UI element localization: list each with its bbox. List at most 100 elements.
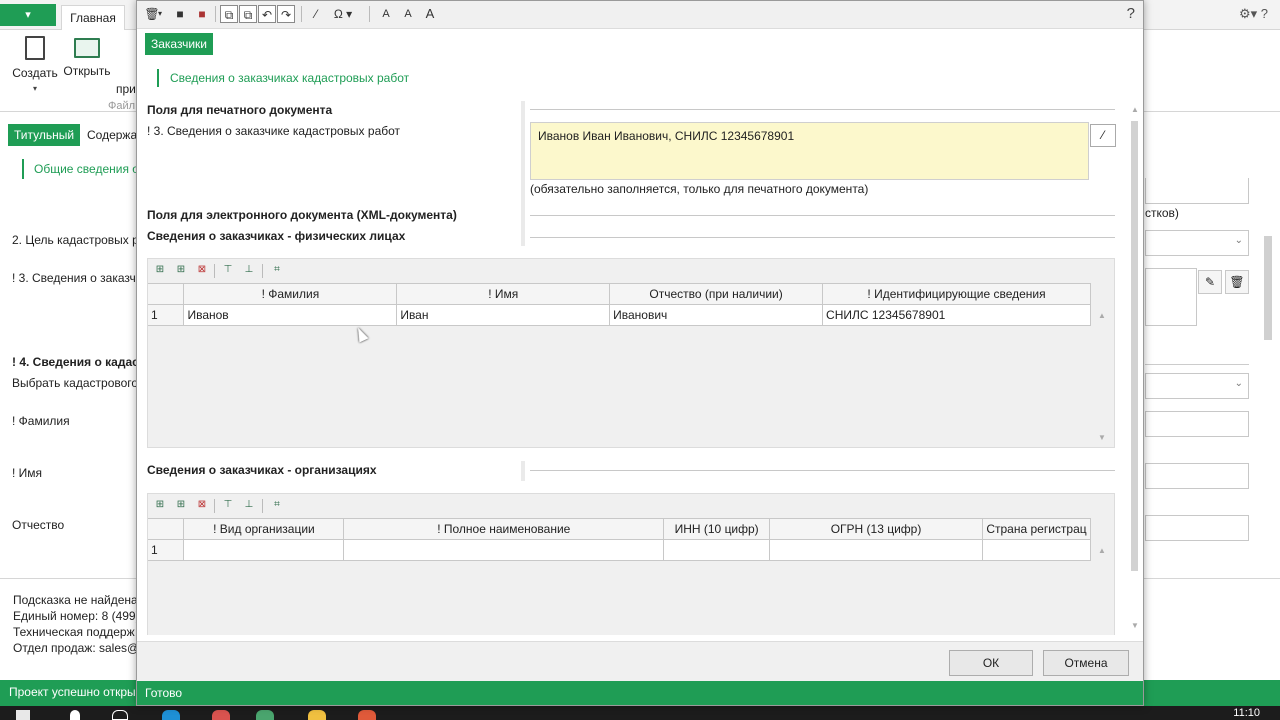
bg-name-field[interactable] [1145, 463, 1249, 489]
insert-row-icon[interactable]: ⊞ [173, 263, 189, 277]
column-header[interactable]: ОГРН (13 цифр) [769, 519, 983, 540]
ribbon-group-file: Файл [108, 100, 136, 112]
ribbon-cut-label[interactable]: при [116, 82, 136, 96]
bg-surname-field[interactable] [1145, 411, 1249, 437]
help-icon[interactable]: ? [1127, 5, 1135, 22]
create-label: Создать [12, 66, 58, 80]
add-row-icon[interactable]: ⊞ [152, 263, 168, 277]
app-icon[interactable] [212, 710, 230, 720]
wand-icon[interactable]: ⁄ [1090, 124, 1116, 147]
dialog-scrollbar[interactable]: ▲ ▼ [1130, 105, 1140, 635]
column-header[interactable]: ! Идентифицирующие сведения [822, 284, 1091, 305]
fit-columns-icon[interactable]: ⌗ [269, 263, 285, 277]
org-name-cell[interactable] [343, 539, 665, 561]
surname-cell[interactable]: Иванов [183, 304, 398, 326]
save-all-icon[interactable]: ■ [193, 5, 211, 23]
copy-icon[interactable]: ⧉ [220, 5, 238, 23]
fit-columns-icon[interactable]: ⌗ [269, 498, 285, 512]
column-header[interactable]: ! Полное наименование [343, 519, 665, 540]
search-icon[interactable] [70, 710, 80, 720]
add-row-icon[interactable]: ⊞ [152, 498, 168, 512]
column-header[interactable]: ! Имя [396, 284, 611, 305]
skype-icon[interactable] [162, 710, 180, 720]
insert-row-icon[interactable]: ⊞ [173, 498, 189, 512]
browser-icon[interactable] [358, 710, 376, 720]
app-icon[interactable] [256, 710, 274, 720]
grid-scrollbar[interactable]: ▲ [1092, 518, 1114, 634]
info-line: Единый номер: 8 (499) [13, 609, 140, 623]
ribbon-tab-main[interactable]: Главная [61, 5, 125, 31]
org-type-cell[interactable] [183, 539, 345, 561]
app-menu-button[interactable]: ▾ [0, 4, 56, 26]
column-header[interactable]: ИНН (10 цифр) [663, 519, 771, 540]
bg-select-1[interactable]: ⌄ [1145, 230, 1249, 256]
open-button[interactable]: Открыть [62, 36, 112, 78]
create-button[interactable]: Создать [10, 36, 60, 80]
tab-title-page[interactable]: Титульный [8, 124, 80, 146]
ok-button[interactable]: ОК [949, 650, 1033, 676]
chevron-down-icon[interactable]: ▾ [155, 5, 165, 23]
wand-icon[interactable]: ⁄ [307, 5, 325, 23]
scroll-down-icon[interactable]: ▼ [1131, 621, 1139, 630]
organizations-grid: ! Вид организации ! Полное наименование … [148, 518, 1092, 561]
divider [1145, 364, 1249, 365]
column-header[interactable]: ! Фамилия [183, 284, 398, 305]
table-row[interactable]: 1 Иванов Иван Иванович СНИЛС 12345678901 [148, 304, 1091, 326]
scroll-up-icon[interactable]: ▲ [1098, 546, 1106, 555]
scroll-down-icon[interactable]: ▼ [1098, 433, 1106, 442]
divider [530, 109, 1115, 110]
name-cell[interactable]: Иван [396, 304, 611, 326]
column-header[interactable]: ! Вид организации [183, 519, 345, 540]
customer-print-field[interactable]: Иванов Иван Иванович, СНИЛС 12345678901 [530, 122, 1089, 180]
redo-icon[interactable]: ↷ [277, 5, 295, 23]
taskbar: 11:10 [0, 706, 1280, 720]
windows-start-icon[interactable] [16, 710, 30, 720]
toolbar-separator [215, 6, 216, 22]
tab-customers[interactable]: Заказчики [145, 33, 213, 55]
scroll-up-icon[interactable]: ▲ [1098, 311, 1106, 320]
bg-multiline-field[interactable] [1145, 268, 1197, 326]
grid-scrollbar[interactable]: ▲ ▼ [1092, 283, 1114, 447]
customer-info-label: ! 3. Сведения о заказч [12, 271, 136, 285]
open-folder-icon [74, 38, 100, 58]
bg-scrollbar[interactable] [1264, 236, 1272, 340]
ogrn-cell[interactable] [769, 539, 983, 561]
table-row[interactable]: 1 [148, 539, 1092, 561]
font-increase-icon[interactable]: A [421, 5, 439, 23]
font-decrease-icon[interactable]: A [377, 5, 395, 23]
column-header[interactable]: Страна регистрац [982, 519, 1092, 540]
move-up-icon[interactable]: ⊤ [220, 263, 236, 277]
move-down-icon[interactable]: ⊥ [241, 498, 257, 512]
delete-icon[interactable]: 🗑 [1225, 270, 1249, 294]
delete-row-icon[interactable]: ⊠ [194, 498, 210, 512]
omega-icon[interactable]: Ω ▾ [329, 5, 357, 23]
undo-icon[interactable]: ↶ [258, 5, 276, 23]
patronymic-cell[interactable]: Иванович [609, 304, 824, 326]
edit-icon[interactable]: ✎ [1198, 270, 1222, 294]
move-down-icon[interactable]: ⊥ [241, 263, 257, 277]
save-icon[interactable]: ■ [171, 5, 189, 23]
dialog-subtitle[interactable]: Сведения о заказчиках кадастровых работ [157, 69, 409, 87]
general-info-link[interactable]: Общие сведения о [22, 159, 139, 179]
move-up-icon[interactable]: ⊤ [220, 498, 236, 512]
tab-contents[interactable]: Содержа [87, 124, 137, 146]
paste-icon[interactable]: ⧉ [239, 5, 257, 23]
app-status-text: Проект успешно откры [9, 685, 136, 699]
folder-icon[interactable] [308, 710, 326, 720]
bg-patronymic-field[interactable] [1145, 515, 1249, 541]
cancel-button[interactable]: Отмена [1043, 650, 1129, 676]
country-cell[interactable] [982, 539, 1092, 561]
identification-cell[interactable]: СНИЛС 12345678901 [822, 304, 1091, 326]
create-dropdown-icon[interactable]: ▾ [33, 84, 37, 93]
task-view-icon[interactable] [112, 710, 128, 720]
font-reset-icon[interactable]: A [399, 5, 417, 23]
bg-field-1[interactable] [1145, 178, 1249, 204]
bg-select-2[interactable]: ⌄ [1145, 373, 1249, 399]
inn-cell[interactable] [663, 539, 771, 561]
settings-help-icons[interactable]: ⚙▾ ? [1239, 6, 1268, 22]
scroll-up-icon[interactable]: ▲ [1131, 105, 1139, 114]
scroll-thumb[interactable] [1131, 121, 1138, 571]
bg-right-text: стков) [1145, 206, 1179, 220]
delete-row-icon[interactable]: ⊠ [194, 263, 210, 277]
column-header[interactable]: Отчество (при наличии) [609, 284, 824, 305]
